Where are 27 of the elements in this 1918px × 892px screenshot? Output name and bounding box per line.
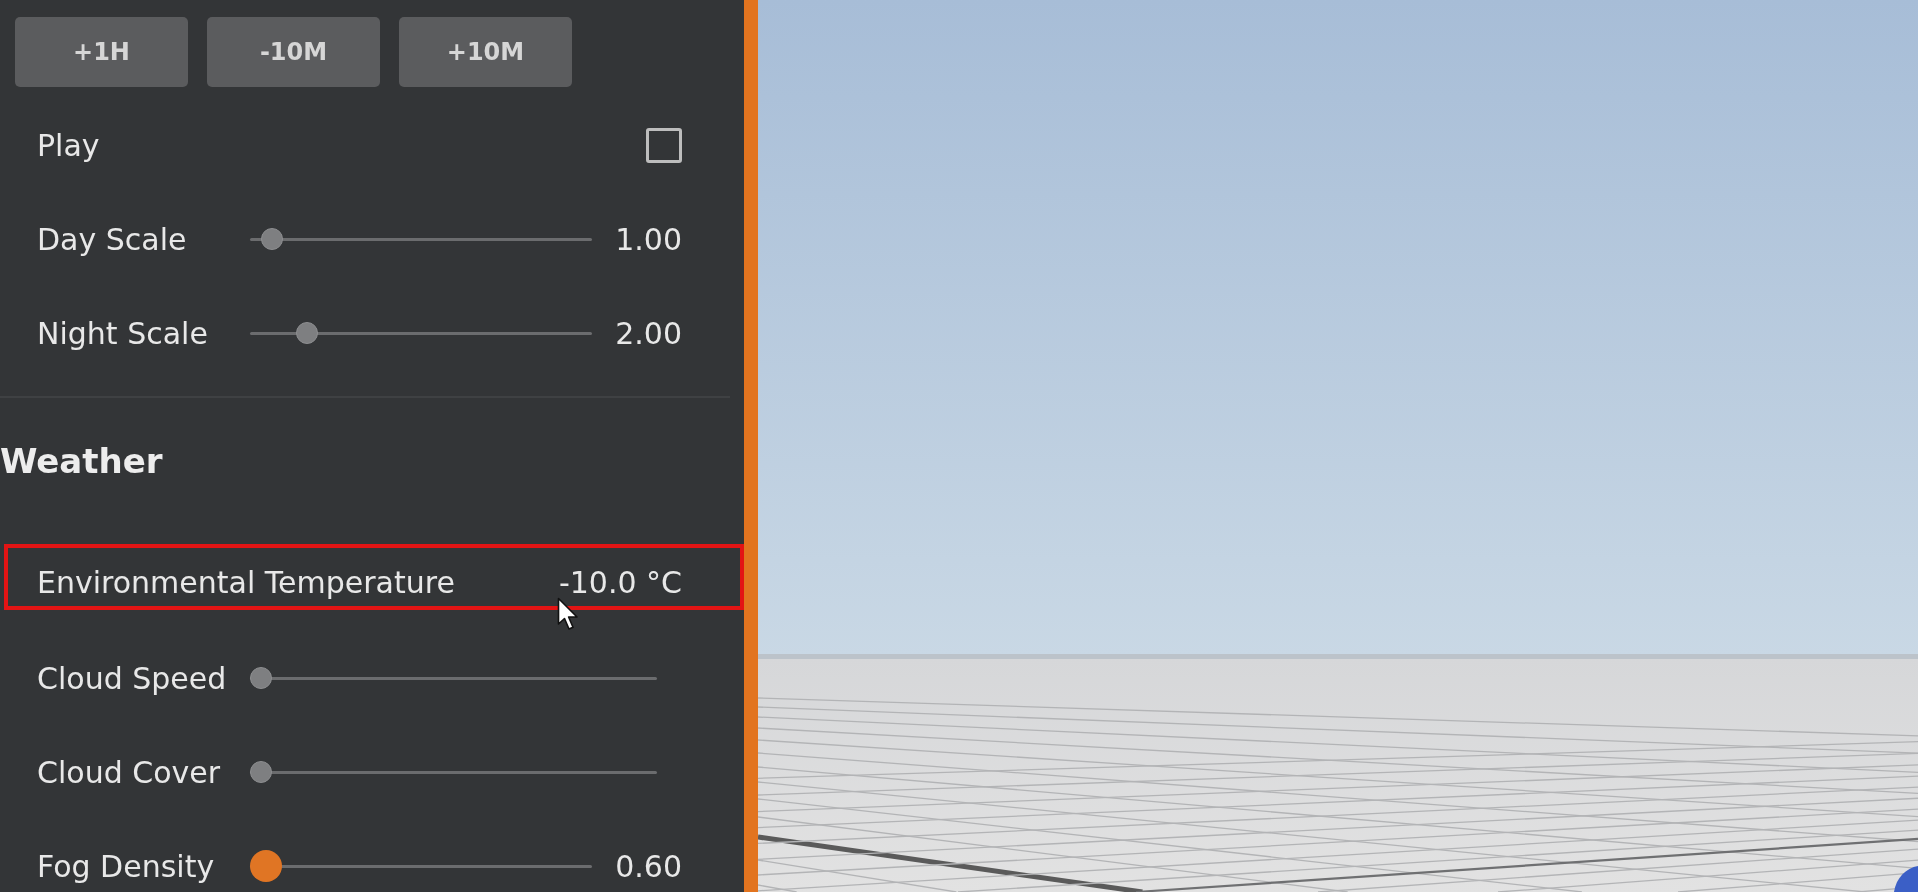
slider-thumb[interactable] [296, 322, 319, 344]
play-checkbox[interactable] [646, 127, 682, 163]
slider-track[interactable] [250, 322, 592, 344]
slider-track[interactable] [250, 667, 657, 689]
slider-thumb[interactable] [261, 228, 284, 250]
setting-label: Environmental Temperature [37, 564, 456, 600]
slider-thumb[interactable] [250, 850, 282, 882]
slider-track[interactable] [250, 850, 592, 882]
slider-thumb[interactable] [250, 761, 272, 783]
setting-label: Cloud Speed [37, 660, 228, 696]
slider-track[interactable] [250, 228, 592, 250]
setting-label: Play [37, 127, 101, 163]
slider-value: 1.00 [614, 221, 682, 257]
slider-value: 0.60 [614, 848, 682, 884]
slider-track[interactable] [250, 761, 657, 783]
setting-label: Night Scale [37, 315, 209, 351]
slider-value: 2.00 [614, 315, 682, 351]
setting-label: Day Scale [37, 221, 188, 257]
time-step-button[interactable]: +1H [15, 17, 188, 87]
setting-value: -10.0 °C [558, 564, 682, 600]
section-heading: Weather [0, 440, 164, 483]
time-step-button[interactable]: +10M [399, 17, 572, 87]
cursor-icon [557, 597, 579, 631]
slider-thumb[interactable] [250, 667, 272, 689]
setting-label: Cloud Cover [37, 754, 222, 790]
time-step-button[interactable]: -10M [207, 17, 380, 87]
setting-label: Fog Density [37, 848, 216, 884]
